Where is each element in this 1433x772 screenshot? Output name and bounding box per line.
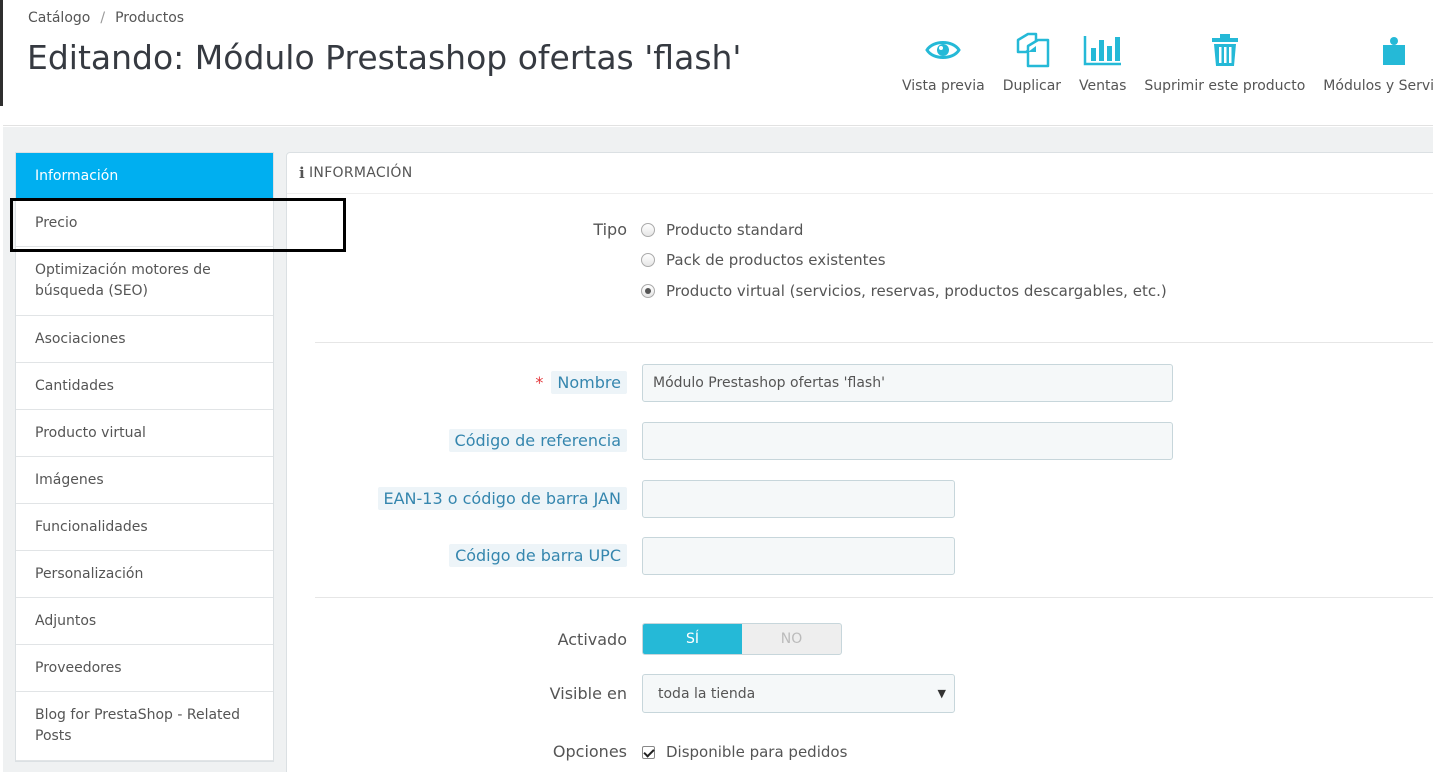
upc-label: Código de barra UPC xyxy=(449,544,627,567)
breadcrumb-products[interactable]: Productos xyxy=(115,10,184,26)
preview-label: Vista previa xyxy=(902,78,985,94)
duplicate-button[interactable]: Duplicar xyxy=(994,30,1070,94)
nombre-label-row: * Nombre xyxy=(287,371,627,394)
sidebar-item-producto-virtual[interactable]: Producto virtual xyxy=(16,410,273,457)
upc-input[interactable] xyxy=(642,537,955,575)
toolbar: Vista previa Duplicar Ventas Suprimir es… xyxy=(893,30,1433,94)
checkbox[interactable] xyxy=(642,745,655,759)
sidebar-item-adjuntos[interactable]: Adjuntos xyxy=(16,598,273,645)
sidebar-item-label: Información xyxy=(35,167,119,184)
sidebar-item-label: Adjuntos xyxy=(35,612,97,629)
referencia-label: Código de referencia xyxy=(448,429,627,452)
breadcrumb-separator: / xyxy=(100,10,106,26)
breadcrumb: Catálogo / Productos xyxy=(28,10,184,26)
sales-label: Ventas xyxy=(1079,78,1127,94)
trash-icon xyxy=(1205,30,1245,70)
sidebar-item-proveedores[interactable]: Proveedores xyxy=(16,645,273,692)
sidebar-item-imagenes[interactable]: Imágenes xyxy=(16,457,273,504)
sidebar-item-seo[interactable]: Optimización motores de búsqueda (SEO) xyxy=(16,247,273,316)
product-tabs-sidebar: Información Precio Optimización motores … xyxy=(15,152,274,762)
panel-heading: i INFORMACIÓN xyxy=(287,153,1433,194)
radio-button[interactable] xyxy=(641,284,655,298)
checkbox-label: Disponible para pedidos xyxy=(666,743,848,761)
sidebar-item-cantidades[interactable]: Cantidades xyxy=(16,363,273,410)
sidebar-item-informacion[interactable]: Información xyxy=(16,153,273,200)
sidebar-item-label: Asociaciones xyxy=(35,330,126,347)
content-area: Información Precio Optimización motores … xyxy=(3,127,1433,772)
sidebar-item-label: Funcionalidades xyxy=(35,518,148,535)
sidebar-item-label: Blog for PrestaShop - Related Posts xyxy=(35,707,241,744)
sidebar-item-label: Optimización motores de búsqueda (SEO) xyxy=(35,262,211,299)
disponible-pedidos-option[interactable]: Disponible para pedidos xyxy=(642,743,847,761)
radio-label: Pack de productos existentes xyxy=(666,251,886,269)
breadcrumb-catalog[interactable]: Catálogo xyxy=(28,10,90,26)
visible-select-value: toda la tienda xyxy=(658,685,756,702)
sidebar-item-personalizacion[interactable]: Personalización xyxy=(16,551,273,598)
page-header: Catálogo / Productos Editando: Módulo Pr… xyxy=(3,0,1433,126)
eye-icon xyxy=(923,30,963,70)
information-panel: i INFORMACIÓN Tipo Producto standard Pac… xyxy=(286,152,1433,772)
upc-label-row: Código de barra UPC xyxy=(287,544,627,567)
radio-button[interactable] xyxy=(641,253,655,267)
radio-pack-productos[interactable]: Pack de productos existentes xyxy=(641,251,886,269)
sidebar-item-precio[interactable]: Precio xyxy=(16,200,273,247)
radio-label: Producto virtual (servicios, reservas, p… xyxy=(666,282,1167,300)
referencia-input[interactable] xyxy=(642,422,1173,460)
tipo-label: Tipo xyxy=(593,220,627,239)
delete-product-button[interactable]: Suprimir este producto xyxy=(1135,30,1314,94)
sidebar-item-label: Imágenes xyxy=(35,471,104,488)
divider xyxy=(315,597,1433,598)
preview-button[interactable]: Vista previa xyxy=(893,30,994,94)
panel-heading-text: INFORMACIÓN xyxy=(309,165,413,181)
modules-services-label: Módulos y Servicios xyxy=(1323,78,1433,94)
radio-button[interactable] xyxy=(641,223,655,237)
referencia-label-row: Código de referencia xyxy=(287,429,627,452)
ean13-input[interactable] xyxy=(642,480,955,518)
radio-producto-virtual[interactable]: Producto virtual (servicios, reservas, p… xyxy=(641,282,1167,300)
puzzle-icon xyxy=(1372,30,1412,70)
ean13-label-row: EAN-13 o código de barra JAN xyxy=(287,487,627,510)
divider xyxy=(315,342,1433,343)
sidebar-item-label: Cantidades xyxy=(35,377,114,394)
caret-down-icon: ▼ xyxy=(937,687,946,700)
ean13-label: EAN-13 o código de barra JAN xyxy=(377,487,627,510)
modules-services-button[interactable]: Módulos y Servicios xyxy=(1314,30,1433,94)
page-title: Editando: Módulo Prestashop ofertas 'fla… xyxy=(27,38,742,77)
sales-button[interactable]: Ventas xyxy=(1070,30,1135,94)
sidebar-item-label: Precio xyxy=(35,214,78,231)
switch-no[interactable]: NO xyxy=(742,624,841,654)
sidebar-item-label: Proveedores xyxy=(35,659,122,676)
sidebar-item-label: Producto virtual xyxy=(35,424,146,441)
info-icon: i xyxy=(299,164,305,182)
visible-select[interactable]: toda la tienda ▼ xyxy=(642,674,955,713)
opciones-label: Opciones xyxy=(552,742,627,761)
delete-product-label: Suprimir este producto xyxy=(1144,78,1306,94)
visible-label: Visible en xyxy=(549,684,627,703)
switch-yes[interactable]: SÍ xyxy=(643,624,742,654)
activado-label: Activado xyxy=(557,630,627,649)
radio-label: Producto standard xyxy=(666,221,804,239)
nombre-input[interactable]: Módulo Prestashop ofertas 'flash' xyxy=(642,364,1173,402)
duplicate-label: Duplicar xyxy=(1002,78,1062,94)
sidebar-item-funcionalidades[interactable]: Funcionalidades xyxy=(16,504,273,551)
radio-producto-standard[interactable]: Producto standard xyxy=(641,221,803,239)
sidebar-item-label: Personalización xyxy=(35,565,144,582)
bar-chart-icon xyxy=(1083,30,1123,70)
sidebar-item-blog-related-posts[interactable]: Blog for PrestaShop - Related Posts xyxy=(16,692,273,761)
activado-switch[interactable]: SÍ NO xyxy=(642,623,842,655)
required-marker: * xyxy=(535,373,544,392)
nombre-label: Nombre xyxy=(551,371,627,394)
sidebar-item-asociaciones[interactable]: Asociaciones xyxy=(16,316,273,363)
copy-icon xyxy=(1012,30,1052,70)
